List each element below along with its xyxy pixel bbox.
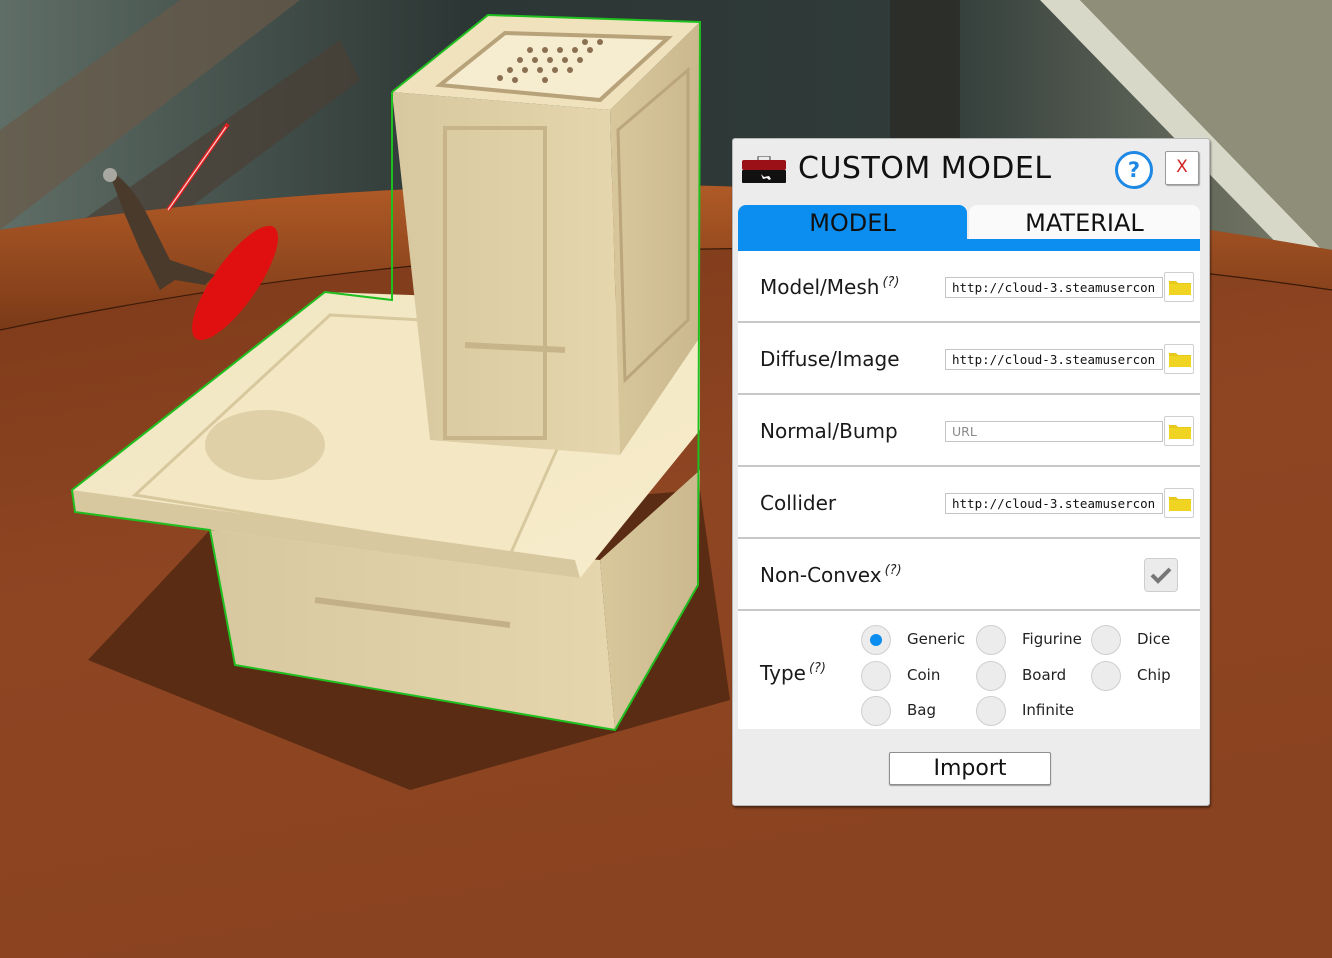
collider-url-input[interactable]: http://cloud-3.steamusercon — [945, 493, 1163, 514]
model-mesh-url-input[interactable]: http://cloud-3.steamusercon — [945, 277, 1163, 298]
tab-material[interactable]: MATERIAL — [969, 205, 1200, 239]
normal-bump-label: Normal/Bump — [760, 419, 898, 443]
type-option-label: Figurine — [1022, 630, 1082, 648]
close-icon: X — [1176, 157, 1188, 177]
model-tower-front — [392, 92, 620, 455]
backdrop-pillar — [890, 0, 960, 140]
field-row-normal-bump: Normal/Bump URL — [738, 395, 1200, 467]
normal-bump-url-input[interactable]: URL — [945, 421, 1163, 442]
toolbox-icon — [742, 155, 786, 184]
type-option-label: Infinite — [1022, 701, 1075, 719]
normal-bump-browse-button[interactable] — [1164, 416, 1194, 446]
field-row-diffuse-image: Diffuse/Image http://cloud-3.steamuserco… — [738, 323, 1200, 395]
radio-button — [1091, 661, 1121, 691]
tab-model[interactable]: MODEL — [738, 205, 967, 239]
type-help-hint[interactable]: (?) — [809, 661, 826, 676]
radio-button — [976, 625, 1006, 655]
help-button[interactable]: ? — [1115, 151, 1153, 189]
model-mesh-label: Model/Mesh (?) — [760, 275, 900, 299]
folder-icon — [1169, 425, 1191, 439]
type-option-label: Dice — [1137, 630, 1171, 648]
type-option-label: Generic — [907, 630, 966, 648]
collider-browse-button[interactable] — [1164, 488, 1194, 518]
non-convex-help-hint[interactable]: (?) — [885, 563, 902, 578]
non-convex-checkbox[interactable] — [1144, 558, 1178, 592]
import-button[interactable]: Import — [889, 752, 1051, 785]
model-mesh-help-hint[interactable]: (?) — [882, 275, 899, 290]
model-tab-content: Model/Mesh (?) http://cloud-3.steamuserco… — [738, 251, 1200, 729]
folder-icon — [1169, 281, 1191, 295]
radio-button-selected — [861, 625, 891, 655]
type-option-label: Chip — [1137, 666, 1171, 684]
type-label: Type (?) — [760, 661, 826, 685]
radio-button — [861, 661, 891, 691]
close-button[interactable]: X — [1165, 151, 1199, 185]
field-row-collider: Collider http://cloud-3.steamusercon — [738, 467, 1200, 539]
type-option-label: Coin — [907, 666, 941, 684]
figurine-head — [103, 168, 117, 182]
field-row-type: Type (?) Generic Figurine Dice Coin Board — [738, 617, 1200, 729]
type-option-label: Bag — [907, 701, 937, 719]
model-tray-stain — [205, 410, 325, 480]
dialog-header[interactable]: CUSTOM MODEL ? X — [733, 139, 1209, 203]
dialog-tabs: MODEL MATERIAL — [738, 205, 1200, 251]
folder-icon — [1169, 353, 1191, 367]
custom-model-dialog: CUSTOM MODEL ? X MODEL MATERIAL Model/Me… — [732, 138, 1210, 806]
field-row-model-mesh: Model/Mesh (?) http://cloud-3.steamuserco… — [738, 251, 1200, 323]
radio-button — [861, 696, 891, 726]
checkmark-icon — [1150, 567, 1172, 584]
radio-button — [976, 661, 1006, 691]
model-mesh-browse-button[interactable] — [1164, 272, 1194, 302]
folder-icon — [1169, 497, 1191, 511]
diffuse-image-browse-button[interactable] — [1164, 344, 1194, 374]
diffuse-image-url-input[interactable]: http://cloud-3.steamusercon — [945, 349, 1163, 370]
radio-button — [976, 696, 1006, 726]
collider-label: Collider — [760, 491, 837, 515]
field-row-non-convex: Non-Convex (?) — [738, 539, 1200, 611]
dialog-title: CUSTOM MODEL — [798, 151, 1052, 186]
help-icon: ? — [1127, 158, 1141, 182]
tab-underline — [738, 239, 1200, 251]
diffuse-image-label: Diffuse/Image — [760, 347, 900, 371]
non-convex-label: Non-Convex (?) — [760, 563, 902, 587]
radio-button — [1091, 625, 1121, 655]
type-option-label: Board — [1022, 666, 1067, 684]
